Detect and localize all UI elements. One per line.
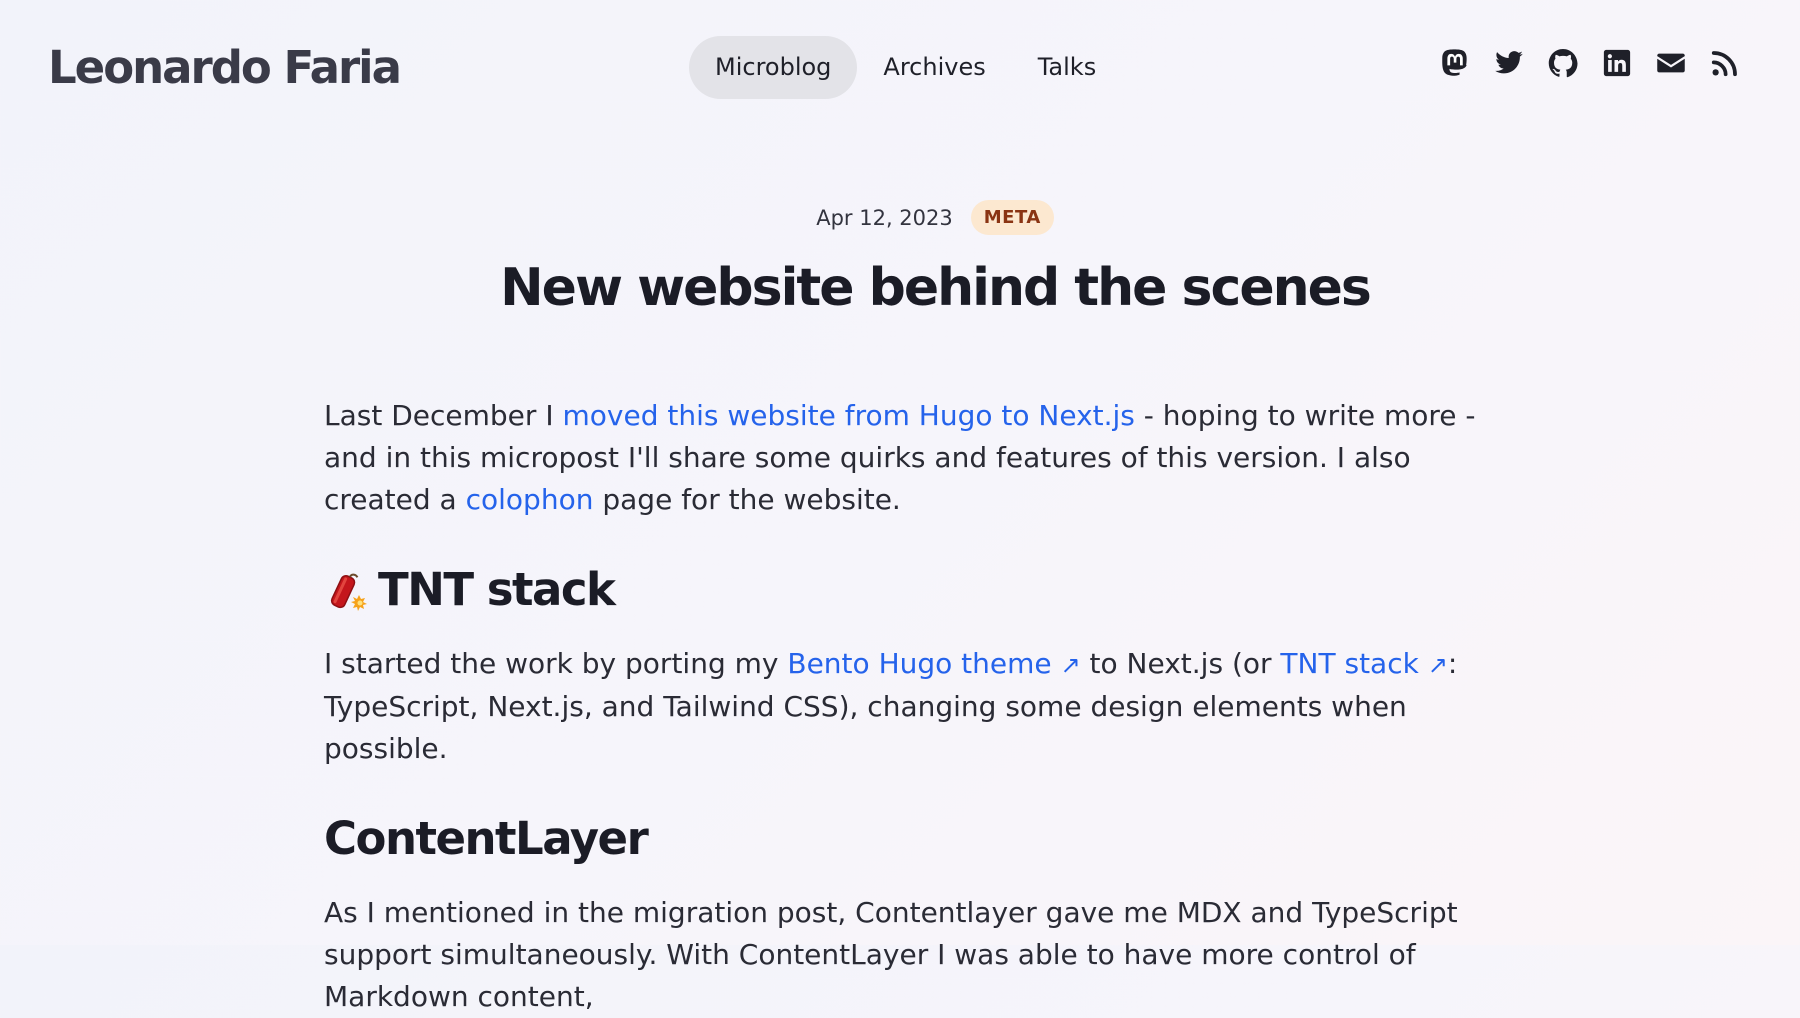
external-link-icon: ↗ — [1060, 651, 1081, 679]
twitter-icon[interactable] — [1494, 48, 1524, 78]
linkedin-icon[interactable] — [1602, 48, 1632, 78]
site-title[interactable]: Leonardo Faria — [48, 40, 402, 96]
email-icon[interactable] — [1656, 48, 1686, 78]
intro-paragraph: Last December I moved this website from … — [324, 395, 1494, 521]
bento-theme-link[interactable]: Bento Hugo theme ↗ — [787, 647, 1080, 680]
intro-text-3: page for the website. — [593, 483, 901, 516]
main-nav: Microblog Archives Talks — [689, 36, 1122, 99]
colophon-link[interactable]: colophon — [466, 483, 594, 516]
site-header: Leonardo Faria Microblog Archives Talks — [0, 0, 1800, 136]
tnt-text-2: to Next.js (or — [1080, 647, 1281, 680]
migration-link[interactable]: moved this website from Hugo to Next.js — [562, 399, 1134, 432]
post-date: Apr 12, 2023 — [816, 205, 953, 230]
rss-icon[interactable] — [1710, 48, 1740, 78]
tnt-stack-link-label: TNT stack — [1280, 647, 1419, 680]
github-icon[interactable] — [1548, 48, 1578, 78]
tnt-text-1: I started the work by porting my — [324, 647, 788, 680]
section-heading-contentlayer: ContentLayer — [324, 811, 649, 865]
nav-archives[interactable]: Archives — [857, 36, 1011, 99]
post-meta: Apr 12, 2023 META — [0, 200, 1800, 235]
section-heading-tnt-text: TNT stack — [378, 562, 616, 616]
nav-microblog[interactable]: Microblog — [689, 36, 858, 99]
intro-text-1: Last December I — [324, 399, 563, 432]
post-title: New website behind the scenes — [500, 258, 1372, 318]
tag-badge[interactable]: META — [970, 200, 1054, 235]
bento-theme-link-label: Bento Hugo theme — [787, 647, 1052, 680]
nav-talks[interactable]: Talks — [1012, 36, 1122, 99]
firecracker-icon — [330, 573, 367, 611]
contentlayer-paragraph: As I mentioned in the migration post, Co… — [324, 896, 1458, 1013]
tnt-stack-link[interactable]: TNT stack ↗ — [1280, 647, 1447, 680]
mastodon-icon[interactable] — [1440, 48, 1470, 78]
section-heading-tnt: TNT stack — [324, 559, 1494, 619]
tnt-paragraph: I started the work by porting my Bento H… — [324, 643, 1494, 770]
post-content: Last December I moved this website from … — [324, 395, 1494, 1018]
social-links — [1440, 48, 1740, 78]
external-link-icon: ↗ — [1427, 651, 1448, 679]
